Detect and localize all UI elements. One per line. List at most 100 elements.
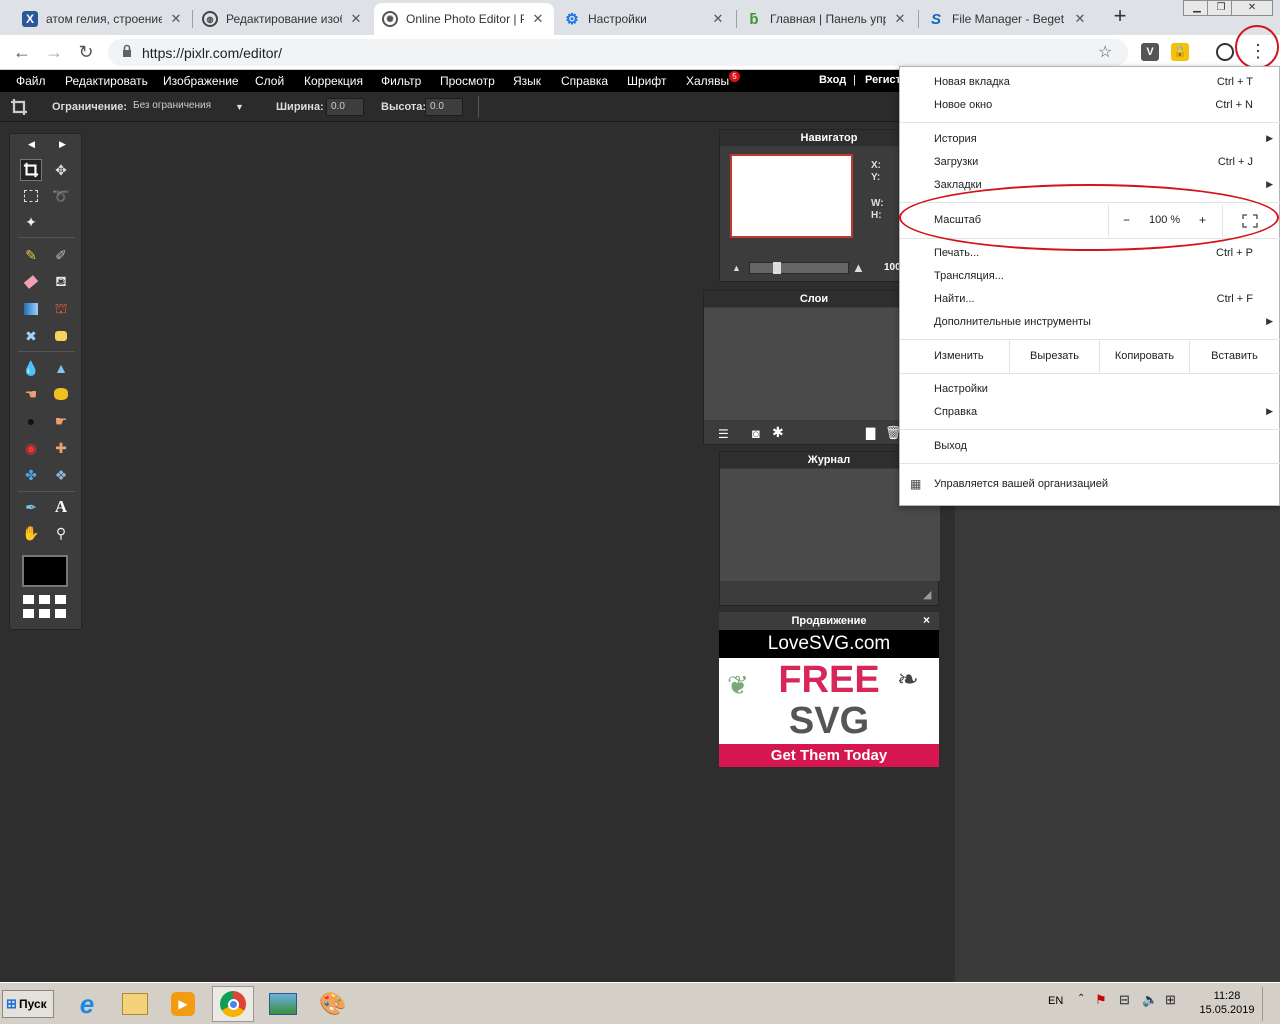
grid-icon[interactable]: [55, 609, 66, 618]
profile-avatar-icon[interactable]: [1216, 43, 1234, 61]
grid-icon[interactable]: [39, 595, 50, 604]
close-icon[interactable]: ✕: [168, 11, 184, 27]
constraint-select[interactable]: Без ограничения: [129, 98, 249, 116]
menu-item-more-tools[interactable]: Дополнительные инструменты ▶: [900, 312, 1280, 335]
menu-item-history[interactable]: История ▶: [900, 129, 1280, 152]
navigator-preview[interactable]: [730, 154, 853, 238]
tab-pixlr[interactable]: ✺ Online Photo Editor | Pi ✕: [374, 3, 554, 35]
zoom-slider[interactable]: [749, 262, 849, 274]
lock-extension-icon[interactable]: 🔒: [1171, 43, 1189, 61]
zoom-slider-handle[interactable]: [773, 262, 781, 274]
menu-item-new-window[interactable]: Новое окно Ctrl + N: [900, 95, 1280, 118]
start-button[interactable]: ⊞ Пуск: [2, 990, 54, 1018]
resize-handle-icon[interactable]: ◢: [923, 588, 931, 601]
menu-item-managed[interactable]: ▦ Управляется вашей организацией: [900, 474, 1280, 497]
sharpen-tool-icon[interactable]: ▲: [50, 357, 72, 379]
tab-word[interactable]: X атом гелия, строение я ✕: [14, 3, 192, 35]
login-link[interactable]: Вход: [819, 74, 846, 86]
bloat-tool-icon[interactable]: ✤: [20, 464, 42, 486]
menu-item-settings[interactable]: Настройки: [900, 379, 1280, 402]
grid-icon[interactable]: [23, 595, 34, 604]
forward-button[interactable]: →: [42, 40, 66, 64]
collapse-left-arrow-icon[interactable]: ◀: [28, 139, 35, 150]
close-icon[interactable]: ✕: [1072, 11, 1088, 27]
tab-beget-panel[interactable]: ƃ Главная | Панель упра ✕: [738, 3, 916, 35]
paint-icon[interactable]: 🎨: [312, 986, 354, 1022]
tray-expand-icon[interactable]: ⌃: [1077, 993, 1085, 1004]
menu-image[interactable]: Изображение: [163, 74, 239, 88]
menu-filter[interactable]: Фильтр: [381, 74, 421, 88]
system-clock[interactable]: 11:28 15.05.2019: [1199, 989, 1255, 1017]
extension-v-icon[interactable]: V: [1141, 43, 1159, 61]
tray-volume-icon[interactable]: 🔈: [1142, 992, 1158, 1008]
tray-flag-icon[interactable]: ⚑: [1095, 992, 1107, 1008]
close-icon[interactable]: ✕: [892, 11, 908, 27]
menu-item-help[interactable]: Справка ▶: [900, 402, 1280, 425]
chevron-down-icon[interactable]: ▼: [235, 102, 244, 112]
ad-cta-button[interactable]: Get Them Today: [719, 744, 939, 767]
explorer-folder-icon[interactable]: [114, 986, 156, 1022]
gradient-tool-icon[interactable]: [20, 298, 42, 320]
pencil-tool-icon[interactable]: ✎: [20, 244, 42, 266]
menu-item-cast[interactable]: Трансляция...: [900, 266, 1280, 289]
menu-item-find[interactable]: Найти... Ctrl + F: [900, 289, 1280, 312]
height-input[interactable]: 0.0: [425, 98, 463, 116]
drawing-tool-icon[interactable]: [50, 325, 72, 347]
zoom-tool-icon[interactable]: ⚲: [50, 522, 72, 544]
menu-item-new-tab[interactable]: Новая вкладка Ctrl + T: [900, 72, 1280, 95]
blur-tool-icon[interactable]: 💧: [20, 357, 42, 379]
menu-item-downloads[interactable]: Загрузки Ctrl + J: [900, 152, 1280, 175]
pinch-tool-icon[interactable]: ❖: [50, 464, 72, 486]
width-input[interactable]: 0.0: [326, 98, 364, 116]
language-indicator[interactable]: EN: [1048, 995, 1063, 1007]
grid-icon[interactable]: [55, 595, 66, 604]
new-layer-icon[interactable]: ▇: [866, 426, 875, 440]
register-link[interactable]: Регист: [865, 74, 901, 86]
copy-button[interactable]: Копировать: [1099, 340, 1189, 373]
menu-language[interactable]: Язык: [513, 74, 541, 88]
foreground-color-swatch[interactable]: [22, 555, 68, 587]
tray-windows-icon[interactable]: ⊞: [1165, 992, 1176, 1008]
tab-settings[interactable]: ⚙ Настройки ✕: [556, 3, 734, 35]
burn-tool-icon[interactable]: ●: [20, 410, 42, 432]
close-icon[interactable]: ×: [923, 613, 930, 627]
close-window-button[interactable]: ✕: [1231, 0, 1273, 16]
layer-settings-icon[interactable]: ☰: [718, 427, 729, 441]
close-icon[interactable]: ✕: [710, 11, 726, 27]
magic-wand-tool-icon[interactable]: ✦: [20, 211, 42, 233]
spot-heal-tool-icon[interactable]: ✚: [50, 437, 72, 459]
promotion-ad[interactable]: Продвижение × LoveSVG.com ❦ ❧ FREE SVG G…: [719, 612, 939, 767]
lasso-tool-icon[interactable]: ➰: [50, 185, 72, 207]
color-replace-tool-icon[interactable]: ✖: [20, 325, 42, 347]
marquee-tool-icon[interactable]: [20, 185, 42, 207]
red-eye-tool-icon[interactable]: ◉: [20, 437, 42, 459]
collapse-right-arrow-icon[interactable]: ▶: [59, 139, 66, 150]
crop-tool-icon[interactable]: [20, 159, 42, 181]
hand-tool-icon[interactable]: ✋: [20, 522, 42, 544]
sponge-tool-icon[interactable]: [50, 383, 72, 405]
tab-file-manager[interactable]: S File Manager - Beget ✕: [920, 3, 1096, 35]
layer-styles-icon[interactable]: ✱: [772, 424, 784, 441]
show-desktop-button[interactable]: [1262, 987, 1276, 1021]
paint-bucket-tool-icon[interactable]: ⛾: [50, 271, 72, 293]
color-picker-tool-icon[interactable]: ✒: [20, 496, 42, 518]
close-icon[interactable]: ✕: [348, 11, 364, 27]
bookmark-star-icon[interactable]: ☆: [1098, 42, 1112, 62]
menu-layer[interactable]: Слой: [255, 74, 284, 88]
internet-explorer-icon[interactable]: e: [66, 986, 108, 1022]
menu-font[interactable]: Шрифт: [627, 74, 666, 88]
menu-help[interactable]: Справка: [561, 74, 608, 88]
address-bar[interactable]: https://pixlr.com/editor/ ☆: [108, 39, 1128, 66]
reload-button[interactable]: ↻: [74, 40, 98, 64]
chrome-taskbar-icon[interactable]: [212, 986, 254, 1022]
back-button[interactable]: ←: [10, 40, 34, 64]
menu-view[interactable]: Просмотр: [440, 74, 495, 88]
grid-icon[interactable]: [39, 609, 50, 618]
photo-viewer-icon[interactable]: [262, 986, 304, 1022]
clone-stamp-tool-icon[interactable]: ⛫: [50, 298, 72, 320]
dodge-tool-icon[interactable]: ☛: [50, 410, 72, 432]
menu-edit[interactable]: Редактировать: [65, 74, 148, 88]
tab-image-edit[interactable]: ◍ Редактирование изобр ✕: [194, 3, 372, 35]
menu-item-exit[interactable]: Выход: [900, 436, 1280, 459]
brush-tool-icon[interactable]: ✐: [50, 244, 72, 266]
